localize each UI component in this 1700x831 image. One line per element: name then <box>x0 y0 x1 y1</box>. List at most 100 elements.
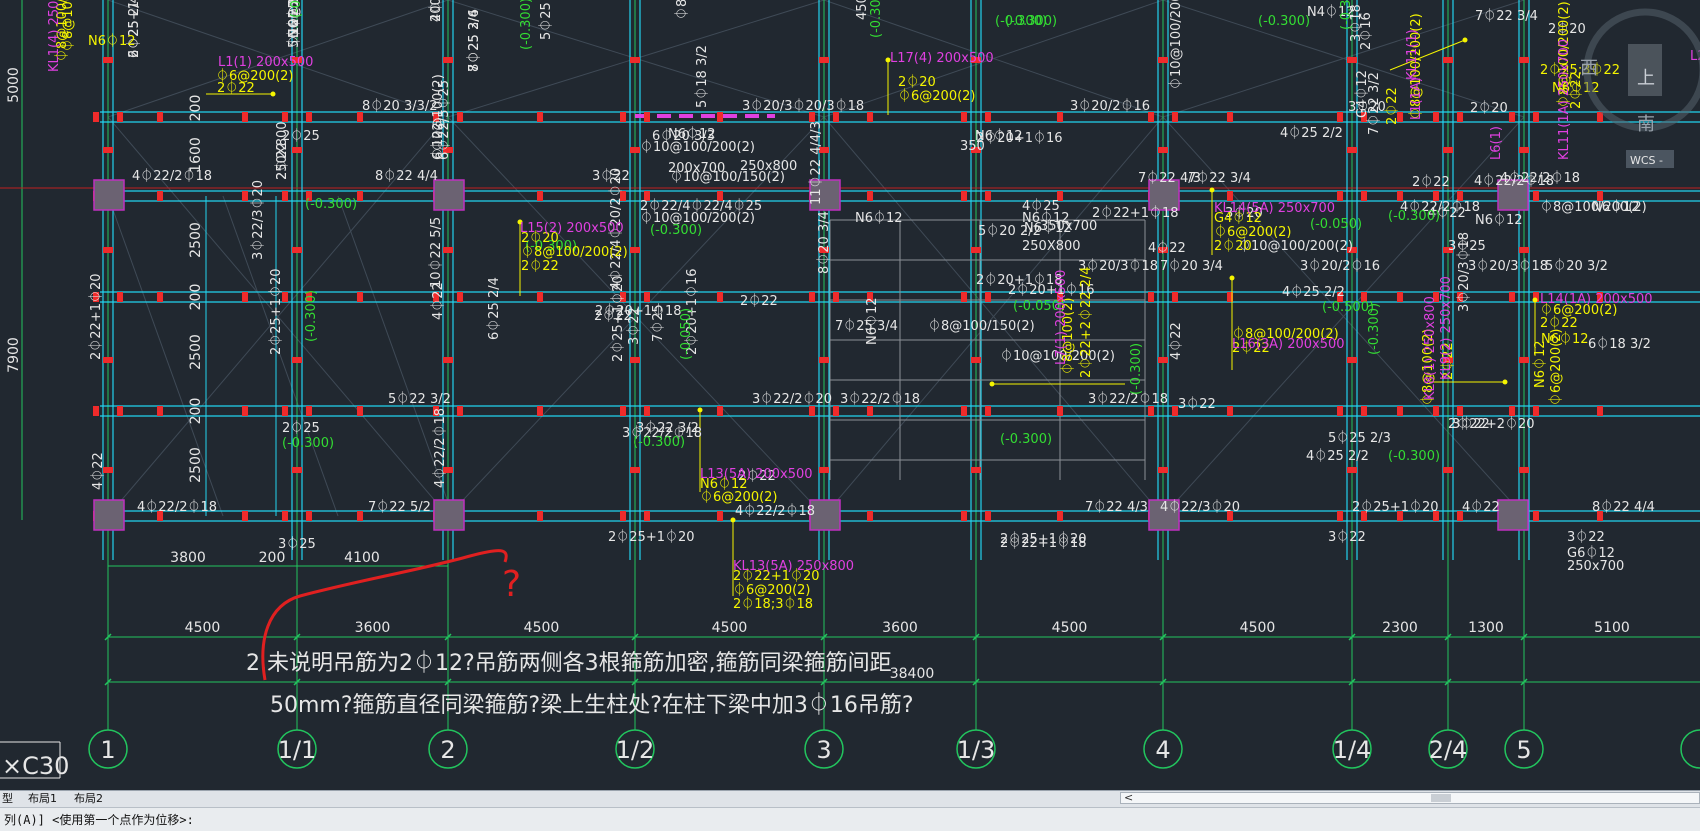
rebar-marker <box>242 191 248 201</box>
rebar-label-white: 2⏀25+1⏀20 <box>608 529 695 545</box>
dim-value: 4500 <box>1052 620 1088 636</box>
rebar-label-white: 5⏀25 2/3 <box>1328 430 1391 446</box>
command-line[interactable]: 列(A)] <使用第一个点作为位移>: <box>0 807 1700 831</box>
rebar-marker <box>443 57 453 63</box>
rebar-label-white: ⏀10@100/200(2) <box>640 139 755 155</box>
rebar-label-white: 4⏀25 2/2 <box>1280 125 1343 141</box>
rebar-label-magenta: L13(5A) 200x500 <box>700 467 813 482</box>
rebar-label-green: (-0.300) <box>1339 0 1354 30</box>
rebar-label-white: N6⏀12 <box>1475 212 1523 228</box>
rebar-marker <box>117 112 123 122</box>
leader-dot <box>1462 37 1468 43</box>
rebar-marker <box>1148 292 1154 302</box>
rebar-marker <box>1443 57 1453 63</box>
note-line-2: 50mm?箍筋直径同梁箍筋?梁上生柱处?在柱下梁中加3⏀16吊筋? <box>270 692 914 718</box>
rebar-label-magenta: L17(4) 200x500 <box>890 51 994 66</box>
rebar-label-white: 3⏀22/2⏀18 <box>840 391 920 407</box>
rebar-marker <box>867 406 873 416</box>
rebar-label-white: 4⏀22/3⏀20 <box>1160 499 1240 515</box>
rebar-marker <box>157 191 163 201</box>
rebar-marker <box>1057 511 1063 521</box>
rebar-marker <box>1533 112 1539 122</box>
rebar-label-white: ⏀10@100(2) <box>430 74 446 160</box>
rebar-marker <box>292 247 302 253</box>
rebar-label-white: 2⏀20 <box>1470 100 1508 116</box>
hatch-line <box>222 195 339 517</box>
tab-layout2[interactable]: 布局2 <box>74 791 103 806</box>
rebar-marker <box>1397 292 1403 302</box>
rebar-marker <box>1361 406 1367 416</box>
rebar-label-white: 3⏀22/3⏀20 <box>250 180 266 260</box>
axis-label: 2/4 <box>1429 736 1468 764</box>
column <box>93 499 125 531</box>
rebar-label-magenta: KL13(5A) 250x800 <box>733 559 854 574</box>
rebar-marker <box>282 112 288 122</box>
scroll-left-arrow[interactable]: < <box>1124 791 1133 804</box>
rebar-marker <box>443 247 453 253</box>
rebar-label-white: 8⏀22 4/4 <box>1592 499 1655 515</box>
rebar-marker <box>117 406 123 416</box>
rebar-marker <box>306 406 312 416</box>
rebar-label-white: 250X800 <box>275 121 290 180</box>
rebar-label-white: 2⏀22 <box>740 293 778 309</box>
rebar-label-white: 2⏀22+1⏀20 <box>88 273 104 360</box>
rebar-label-white: 3⏀20/3⏀18 <box>1468 258 1548 274</box>
rebar-marker <box>1347 467 1357 473</box>
dim-mid: 200 <box>259 550 286 566</box>
column <box>93 179 125 211</box>
rebar-label-white: 8⏀22 4/4 <box>375 168 438 184</box>
rebar-label-yellow: N6⏀12 <box>88 33 136 49</box>
rebar-marker <box>1509 112 1515 122</box>
rebar-label-white: 2⏀25+1⏀20 <box>1352 499 1439 515</box>
rebar-label-white: ⏀8@100/150(2) <box>928 318 1035 334</box>
rebar-marker <box>1337 406 1343 416</box>
handwritten-question-mark: ? <box>502 564 521 605</box>
column <box>1497 499 1529 531</box>
rebar-marker <box>537 292 543 302</box>
rebar-label-white: 7⏀22 3/2 <box>1366 72 1382 135</box>
rebar-label-white: 3⏀25 <box>278 536 316 552</box>
rebar-label-white: 4⏀22 <box>430 282 446 320</box>
rebar-label-magenta: L7(1) 200x500 <box>1054 270 1069 365</box>
horizontal-scrollbar[interactable]: < <box>1120 791 1700 804</box>
rebar-marker <box>1433 112 1439 122</box>
rebar-label-white: 6⏀25 2/4 <box>126 0 142 58</box>
rebar-marker <box>1519 357 1529 363</box>
rebar-marker <box>537 511 543 521</box>
rebar-label-white: 4⏀22/2⏀18 <box>735 503 815 519</box>
dim-inner: 200 <box>188 284 204 311</box>
rebar-marker <box>292 147 302 153</box>
rebar-label-green: (-0.300) <box>1258 14 1310 29</box>
rebar-label-magenta: KL11(1A) 250x700 <box>1557 39 1572 160</box>
rebar-label-white: 200x500 <box>429 0 444 22</box>
rebar-marker <box>242 406 248 416</box>
rebar-marker <box>644 292 650 302</box>
viewcube-top: 上 <box>1637 68 1655 89</box>
rebar-marker <box>1519 467 1529 473</box>
rebar-marker <box>357 191 363 201</box>
rebar-label-white: 3⏀22 <box>1328 529 1366 545</box>
rebar-marker <box>961 292 967 302</box>
rebar-label-magenta: L1(1) 200x500 <box>218 55 313 70</box>
rebar-label-magenta: L15(2) 200x500 <box>520 221 624 236</box>
rebar-marker <box>819 57 829 63</box>
rebar-label-white: 250X800 <box>1022 239 1081 254</box>
rebar-label-white: ⏀10@100/200(2) <box>1168 0 1184 90</box>
scroll-thumb[interactable] <box>1431 794 1451 802</box>
rebar-label-yellow: ⏀8@100/150(2) <box>60 0 76 52</box>
cad-drawing-canvas[interactable]: 4500 3600 4500 4500 3600 4500 4500 2300 1300 5100… <box>0 0 1700 790</box>
dim-left: 7900 <box>6 337 22 373</box>
dim-value: 2300 <box>1382 620 1418 636</box>
rebar-label-white: 4⏀25 2/2 <box>1282 284 1345 300</box>
axis-label: 4 <box>1155 736 1170 764</box>
layout-tabs-bar: 型 布局1 布局2 < <box>0 790 1700 807</box>
concrete-grade-text: ×C30 <box>2 752 69 780</box>
rebar-marker <box>1057 406 1063 416</box>
rebar-marker <box>867 112 873 122</box>
tab-layout1[interactable]: 布局1 <box>28 791 57 806</box>
rebar-label-white: 2⏀22 <box>1412 174 1450 190</box>
rebar-marker <box>867 191 873 201</box>
tab-model[interactable]: 型 <box>2 791 13 806</box>
rebar-label-yellow: ⏀6@200(2) <box>898 88 976 104</box>
rebar-marker <box>157 292 163 302</box>
